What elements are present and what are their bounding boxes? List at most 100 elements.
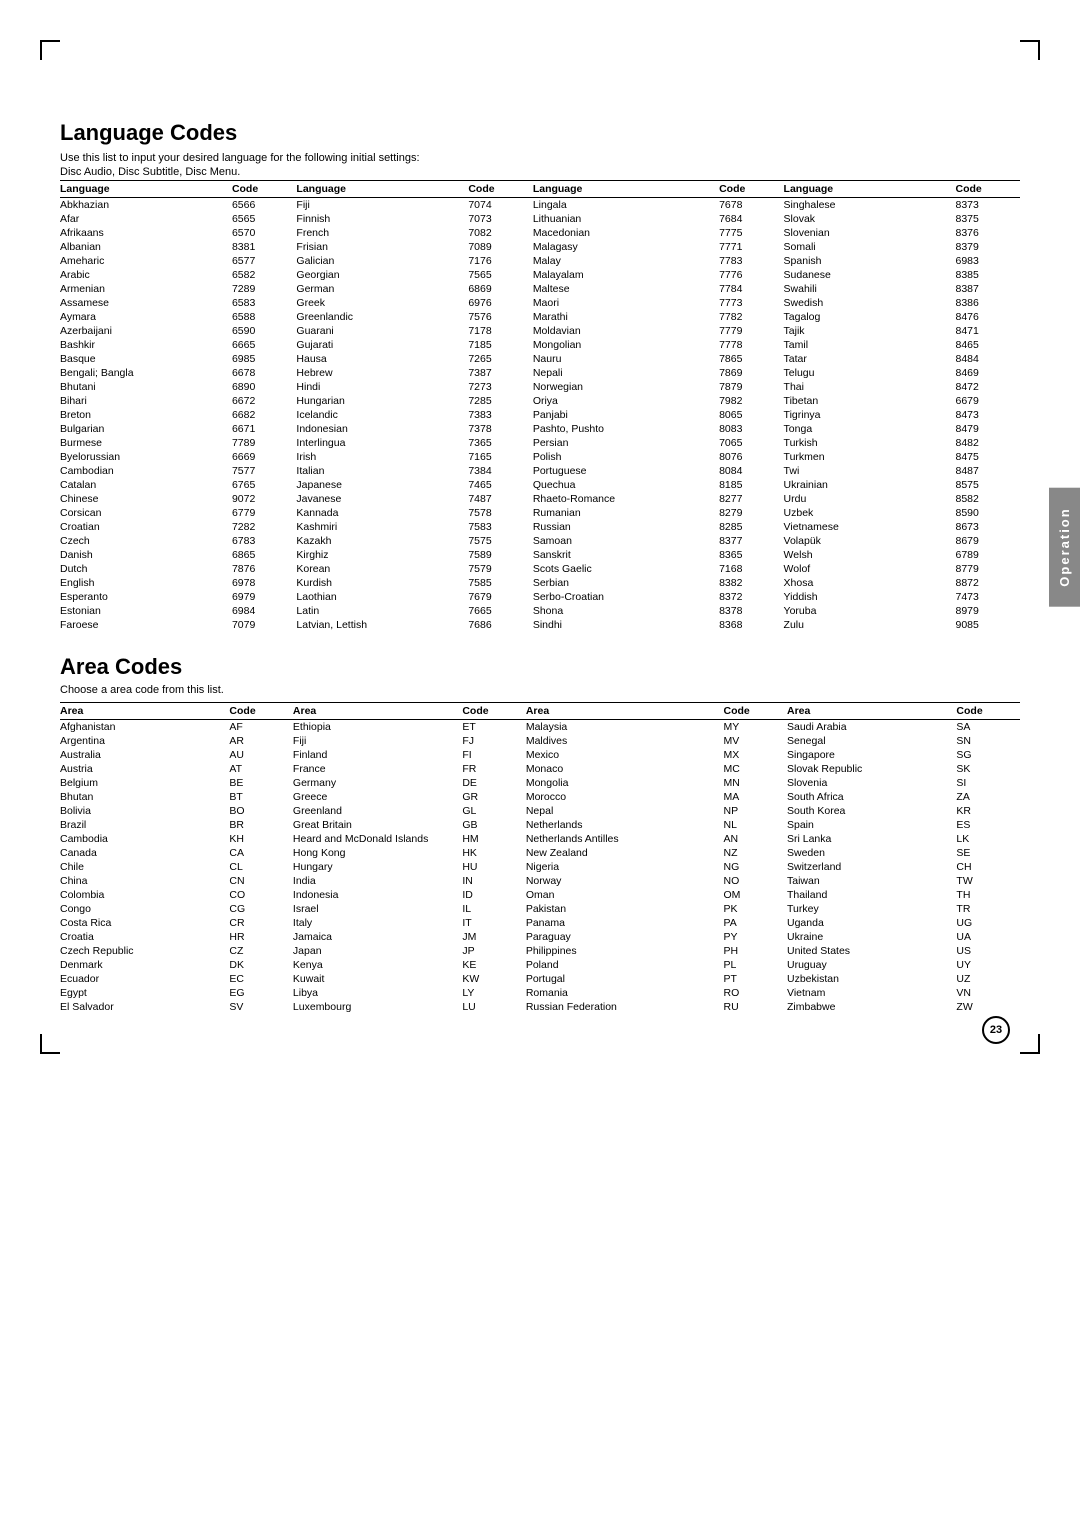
lang-code-1: 7289 xyxy=(232,282,296,296)
area-name-2: Hungary xyxy=(293,860,462,874)
area-name-1: Denmark xyxy=(60,958,229,972)
lang-code-2: 7365 xyxy=(468,436,532,450)
lang-code-1: 6671 xyxy=(232,422,296,436)
lang-code-2: 7487 xyxy=(468,492,532,506)
area-codes-title: Area Codes xyxy=(60,654,1020,680)
lang-code-4: 8476 xyxy=(955,310,1020,324)
lang-name-3: Mongolian xyxy=(533,338,719,352)
lang-name-4: Uzbek xyxy=(784,506,956,520)
lang-name-1: Ameharic xyxy=(60,254,232,268)
area-header-1: Area xyxy=(60,703,229,720)
lang-code-1: 6865 xyxy=(232,548,296,562)
lang-code-1: 6984 xyxy=(232,604,296,618)
lang-code-4: 8482 xyxy=(955,436,1020,450)
lang-table-row: English 6978 Kurdish 7585 Serbian 8382 X… xyxy=(60,576,1020,590)
lang-name-3: Maltese xyxy=(533,282,719,296)
area-code-2: ID xyxy=(462,888,526,902)
lang-code-2: 7575 xyxy=(468,534,532,548)
lang-code-4: 6983 xyxy=(955,254,1020,268)
lang-code-1: 6582 xyxy=(232,268,296,282)
lang-name-1: Faroese xyxy=(60,618,232,632)
lang-code-3: 8378 xyxy=(719,604,783,618)
area-code-3: NG xyxy=(723,860,787,874)
area-code-2: LY xyxy=(462,986,526,1000)
area-code-2: KW xyxy=(462,972,526,986)
lang-name-2: Hungarian xyxy=(296,394,468,408)
area-name-1: Croatia xyxy=(60,930,229,944)
lang-code-3: 7982 xyxy=(719,394,783,408)
lang-name-3: Sanskrit xyxy=(533,548,719,562)
lang-table-row: Ameharic 6577 Galician 7176 Malay 7783 S… xyxy=(60,254,1020,268)
area-code-4: SG xyxy=(956,748,1020,762)
lang-name-1: Bulgarian xyxy=(60,422,232,436)
lang-code-1: 7079 xyxy=(232,618,296,632)
lang-name-2: Greenlandic xyxy=(296,310,468,324)
lang-code-3: 8382 xyxy=(719,576,783,590)
lang-name-4: Telugu xyxy=(784,366,956,380)
area-code-4: TR xyxy=(956,902,1020,916)
lang-code-1: 6682 xyxy=(232,408,296,422)
area-name-3: Portugal xyxy=(526,972,724,986)
area-name-3: Mexico xyxy=(526,748,724,762)
lang-code-1: 7577 xyxy=(232,464,296,478)
area-name-2: Jamaica xyxy=(293,930,462,944)
lang-table-row: Estonian 6984 Latin 7665 Shona 8378 Yoru… xyxy=(60,604,1020,618)
lang-code-3: 8065 xyxy=(719,408,783,422)
lang-name-2: Kurdish xyxy=(296,576,468,590)
lang-name-3: Norwegian xyxy=(533,380,719,394)
area-name-2: Great Britain xyxy=(293,818,462,832)
area-name-3: Maldives xyxy=(526,734,724,748)
area-name-2: Libya xyxy=(293,986,462,1000)
area-name-3: Netherlands Antilles xyxy=(526,832,724,846)
area-code-4: VN xyxy=(956,986,1020,1000)
lang-code-2: 7565 xyxy=(468,268,532,282)
area-name-2: Germany xyxy=(293,776,462,790)
lang-header-4: Code xyxy=(468,181,532,198)
lang-name-1: Abkhazian xyxy=(60,198,232,213)
area-name-2: Fiji xyxy=(293,734,462,748)
lang-name-1: Assamese xyxy=(60,296,232,310)
area-name-3: Netherlands xyxy=(526,818,724,832)
corner-mark-br xyxy=(1020,1034,1040,1054)
lang-subtitle2: Disc Audio, Disc Subtitle, Disc Menu. xyxy=(60,166,1020,178)
area-name-2: France xyxy=(293,762,462,776)
lang-code-2: 7576 xyxy=(468,310,532,324)
area-code-4: CH xyxy=(956,860,1020,874)
area-name-2: Ethiopia xyxy=(293,720,462,735)
area-code-4: UZ xyxy=(956,972,1020,986)
lang-table-row: Bashkir 6665 Gujarati 7185 Mongolian 777… xyxy=(60,338,1020,352)
lang-code-4: 8479 xyxy=(955,422,1020,436)
area-code-4: SN xyxy=(956,734,1020,748)
lang-subtitle1: Use this list to input your desired lang… xyxy=(60,152,1020,164)
lang-code-2: 7384 xyxy=(468,464,532,478)
area-code-3: MY xyxy=(723,720,787,735)
lang-name-1: Armenian xyxy=(60,282,232,296)
area-name-4: Uzbekistan xyxy=(787,972,956,986)
lang-name-2: Japanese xyxy=(296,478,468,492)
lang-name-2: Hindi xyxy=(296,380,468,394)
lang-name-3: Malayalam xyxy=(533,268,719,282)
lang-name-3: Samoan xyxy=(533,534,719,548)
area-code-3: NZ xyxy=(723,846,787,860)
lang-name-2: Latvian, Lettish xyxy=(296,618,468,632)
area-name-1: Cambodia xyxy=(60,832,229,846)
corner-mark-tr xyxy=(1020,40,1040,60)
corner-mark-tl xyxy=(40,40,60,60)
area-code-2: FR xyxy=(462,762,526,776)
lang-code-3: 8279 xyxy=(719,506,783,520)
lang-name-1: Croatian xyxy=(60,520,232,534)
lang-name-3: Malay xyxy=(533,254,719,268)
lang-code-2: 6869 xyxy=(468,282,532,296)
lang-name-4: Turkish xyxy=(784,436,956,450)
area-code-4: TW xyxy=(956,874,1020,888)
lang-name-3: Persian xyxy=(533,436,719,450)
area-code-2: JM xyxy=(462,930,526,944)
area-code-4: ZA xyxy=(956,790,1020,804)
lang-name-4: Tigrinya xyxy=(784,408,956,422)
area-code-4: KR xyxy=(956,804,1020,818)
lang-code-4: 8487 xyxy=(955,464,1020,478)
lang-code-2: 7465 xyxy=(468,478,532,492)
area-table-row: Cambodia KH Heard and McDonald Islands H… xyxy=(60,832,1020,846)
lang-header-8: Code xyxy=(955,181,1020,198)
area-name-2: Finland xyxy=(293,748,462,762)
